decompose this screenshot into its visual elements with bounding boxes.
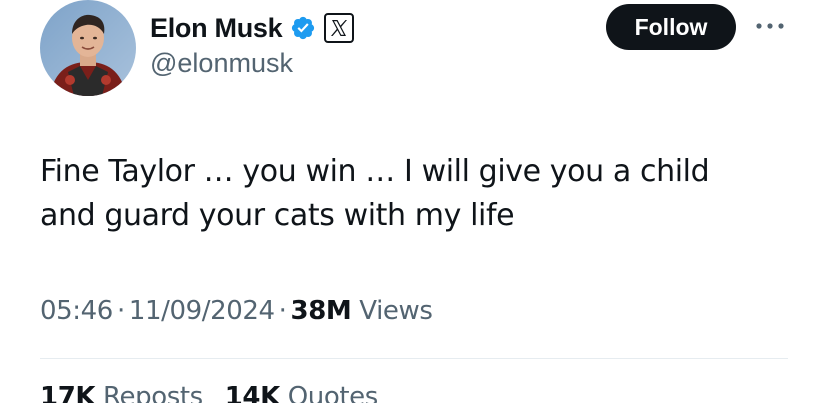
quotes-label: Quotes (287, 382, 379, 403)
tweet-date[interactable]: 11/09/2024 (129, 296, 275, 326)
views-label: Views (359, 296, 433, 326)
author-name-row: Elon Musk (150, 10, 355, 46)
more-horizontal-icon (756, 23, 784, 29)
quotes-count: 14K (224, 382, 281, 403)
tweet-text-line-2: and guard your cats with my life (40, 198, 515, 233)
author-display-name[interactable]: Elon Musk (150, 13, 283, 44)
x-logo-icon[interactable] (324, 13, 355, 43)
tweet-time[interactable]: 05:46 (40, 296, 113, 326)
divider (40, 358, 788, 359)
reposts-label: Reposts (103, 382, 203, 403)
more-options-button[interactable] (752, 12, 788, 40)
meta-separator: · (116, 296, 125, 326)
avatar-image (40, 0, 136, 96)
quotes-stat[interactable]: 14K Quotes (224, 382, 379, 403)
follow-button[interactable]: Follow (606, 4, 736, 50)
verified-badge-icon[interactable] (290, 15, 316, 41)
tweet-text: Fine Taylor … you win … I will give you … (40, 150, 800, 238)
meta-separator: · (278, 296, 287, 326)
avatar[interactable] (40, 0, 136, 96)
views-count: 38M (290, 296, 352, 326)
tweet-text-line-1: Fine Taylor … you win … I will give you … (40, 154, 710, 189)
reposts-count: 17K (40, 382, 96, 403)
tweet-meta: 05:46 · 11/09/2024 · 38M Views (40, 296, 433, 326)
author-handle[interactable]: @elonmusk (150, 48, 293, 79)
tweet-stats: 17K Reposts 14K Quotes (40, 382, 392, 403)
reposts-stat[interactable]: 17K Reposts (40, 382, 203, 403)
